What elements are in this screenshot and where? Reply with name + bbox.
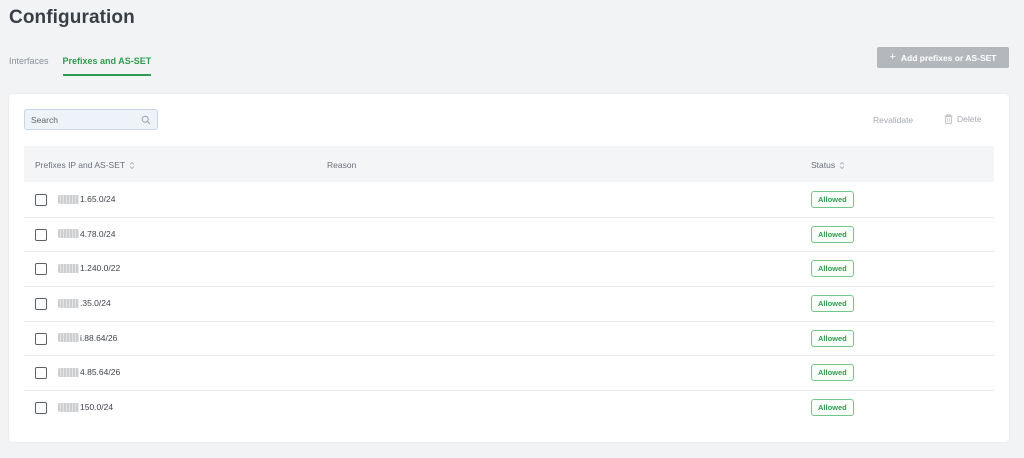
page-title: Configuration [9, 7, 135, 28]
row-checkbox[interactable] [35, 367, 47, 380]
prefix-cell: 4.85.64/26 [58, 367, 120, 377]
prefix-value: 150.0/24 [80, 402, 114, 413]
search-input[interactable] [31, 114, 141, 125]
column-header-status[interactable]: Status [811, 160, 845, 170]
row-checkbox[interactable] [35, 332, 47, 345]
search-icon [141, 115, 151, 124]
sort-icon [129, 161, 135, 169]
prefix-value: 4.78.0/24 [80, 228, 116, 239]
table-row: 4.78.0/24 Allowed [24, 218, 994, 253]
prefix-cell: 4.78.0/24 [58, 229, 115, 239]
table-row: 1.65.0/24 Allowed [24, 183, 994, 218]
row-checkbox[interactable] [35, 298, 47, 311]
redacted-blur [58, 263, 79, 273]
delete-label: Delete [957, 114, 982, 124]
row-checkbox[interactable] [35, 263, 47, 276]
column-header-reason: Reason [327, 160, 356, 170]
status-badge: Allowed [811, 191, 854, 208]
prefix-value: .35.0/24 [80, 298, 111, 309]
prefix-value: 4.85.64/26 [80, 367, 121, 378]
trash-icon [944, 114, 953, 124]
prefix-cell: 1.65.0/24 [58, 194, 115, 204]
tab-interfaces[interactable]: Interfaces [9, 52, 49, 76]
plus-icon: + [889, 51, 896, 63]
column-label-prefixes: Prefixes IP and AS-SET [35, 160, 126, 170]
redacted-blur [58, 194, 79, 204]
table-row: 150.0/24 Allowed [24, 391, 994, 426]
prefix-value: 1.240.0/22 [80, 263, 121, 274]
row-checkbox[interactable] [35, 402, 47, 415]
status-badge: Allowed [811, 260, 854, 278]
status-badge: Allowed [811, 329, 854, 347]
column-label-reason: Reason [327, 160, 357, 170]
redacted-blur [58, 402, 79, 412]
redacted-blur [58, 229, 79, 239]
table-row: .35.0/24 Allowed [24, 287, 994, 322]
redacted-blur [58, 333, 79, 343]
column-header-prefixes[interactable]: Prefixes IP and AS-SET [35, 160, 135, 170]
status-badge: Allowed [811, 399, 854, 417]
delete-button[interactable]: Delete [944, 114, 982, 124]
table-row: i.88.64/26 Allowed [24, 322, 994, 357]
revalidate-button[interactable]: Revalidate [873, 115, 913, 125]
status-badge: Allowed [811, 225, 854, 243]
prefix-value: 1.65.0/24 [80, 194, 116, 204]
row-checkbox[interactable] [35, 194, 47, 206]
prefix-cell: .35.0/24 [58, 298, 111, 308]
table-header: Prefixes IP and AS-SET Reason Status [24, 146, 994, 182]
table-body: 1.65.0/24 Allowed 4.78.0/24 Allowed 1.24… [24, 183, 994, 426]
add-prefixes-button[interactable]: + Add prefixes or AS-SET [877, 47, 1009, 68]
status-badge: Allowed [811, 295, 854, 313]
add-prefixes-label: Add prefixes or AS-SET [900, 52, 997, 63]
prefixes-card: Revalidate Delete Prefixes IP and AS-SET… [9, 94, 1009, 442]
table-row: 1.240.0/22 Allowed [24, 252, 994, 288]
prefix-cell: 150.0/24 [58, 402, 113, 412]
redacted-blur [58, 298, 79, 308]
prefix-value: i.88.64/26 [80, 332, 118, 343]
search-box [24, 109, 158, 130]
column-label-status: Status [811, 160, 836, 170]
redacted-blur [58, 367, 79, 377]
table-row: 4.85.64/26 Allowed [24, 356, 994, 392]
row-checkbox[interactable] [35, 228, 47, 241]
tab-prefixes-and-as-set[interactable]: Prefixes and AS-SET [62, 52, 152, 76]
prefix-cell: 1.240.0/22 [58, 263, 120, 273]
status-badge: Allowed [811, 364, 854, 382]
prefix-cell: i.88.64/26 [58, 333, 117, 343]
tab-bar: Interfaces Prefixes and AS-SET [9, 52, 165, 76]
sort-icon [839, 161, 845, 169]
